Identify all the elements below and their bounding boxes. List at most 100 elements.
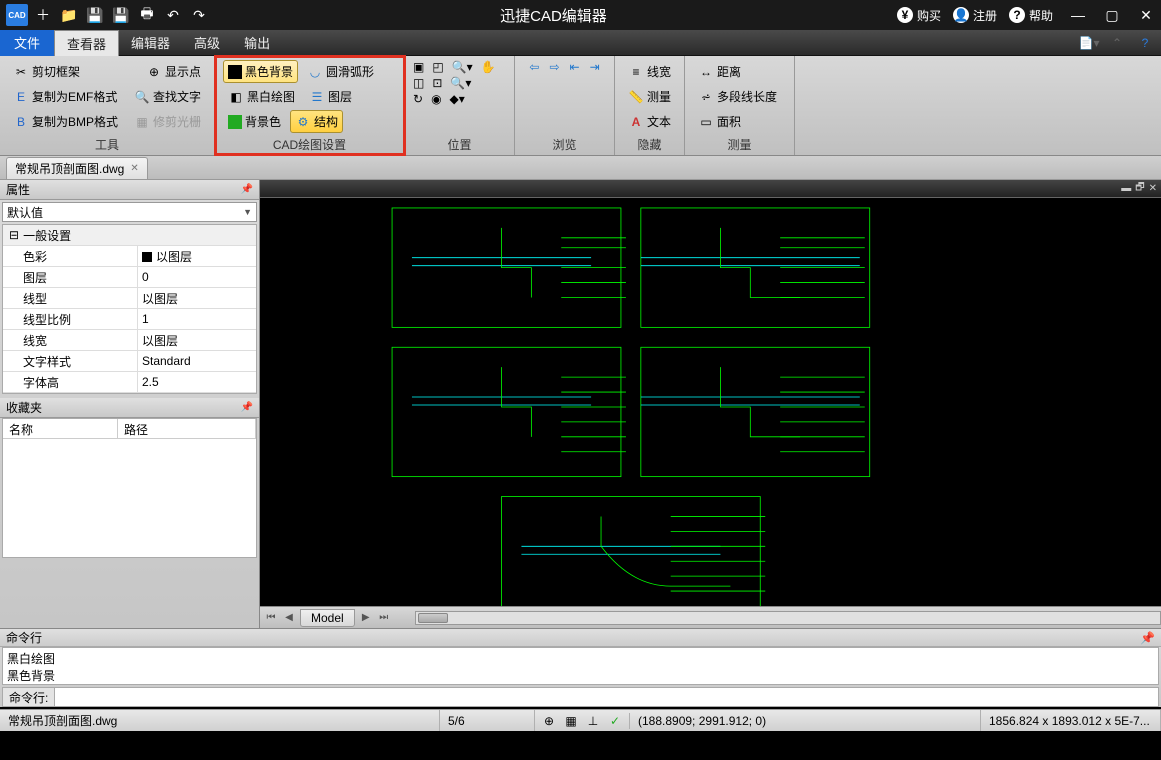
prop-row[interactable]: 线型比例1 [3,309,256,330]
default-dropdown[interactable]: 默认值▼ [2,202,257,222]
ribbon-group-position: ▣ ◰ 🔍▾ ✋ ◫ ⊡ 🔍▾ ↻ ◉ ◆▾ 位置 [405,56,515,155]
properties-grid: ⊟一般设置 色彩以图层 图层0 线型以图层 线型比例1 线宽以图层 文字样式St… [2,224,257,394]
bw-draw-button[interactable]: ◧黑白绘图 [223,85,300,108]
pan-icon[interactable]: ✋ [481,60,496,74]
copy-bmp-button[interactable]: B复制为BMP格式 [8,110,123,133]
bg-color-button[interactable]: 背景色 [223,110,286,133]
show-point-button[interactable]: ⊕显示点 [141,60,206,83]
tab-first-icon[interactable]: ⏮ [264,612,278,623]
area-button[interactable]: ▭面积 [693,110,786,133]
tab-file[interactable]: 文件 [0,30,54,56]
buy-link[interactable]: ¥购买 [897,7,941,24]
tab-advanced[interactable]: 高级 [182,30,232,56]
text-toggle-button[interactable]: A文本 [623,110,676,133]
window-close-icon[interactable]: ✕ [1149,183,1157,194]
save-all-icon[interactable]: 💾 [110,4,132,26]
document-tab-label: 常规吊顶剖面图.dwg [15,160,124,177]
col-path[interactable]: 路径 [118,419,256,438]
tab-last-icon[interactable]: ⏭ [377,612,391,623]
polar-icon[interactable]: ✓ [607,713,623,729]
pin-icon[interactable]: 📌 [241,184,253,195]
register-link[interactable]: 👤注册 [953,7,997,24]
prop-row[interactable]: 字体高2.5 [3,372,256,393]
ortho-icon[interactable]: ⊥ [585,713,601,729]
cut-frame-button[interactable]: ✂剪切框架 [8,60,85,83]
document-tab[interactable]: 常规吊顶剖面图.dwg ✕ [6,157,148,179]
status-coords: (188.8909; 2991.912; 0) [630,710,981,731]
zoom-out-icon[interactable]: 🔍▾ [450,76,471,90]
zoom-window-icon[interactable]: ◰ [432,60,443,74]
grid-icon: ▦ [134,114,150,130]
ribbon-group-label: 工具 [8,134,206,153]
area-icon: ▭ [698,114,714,130]
distance-icon: ↔ [698,64,714,80]
close-tab-icon[interactable]: ✕ [130,163,138,174]
ribbon-menu-icon[interactable]: 📄▾ [1077,31,1101,55]
lineweight-button[interactable]: ≡线宽 [623,60,676,83]
black-bg-button[interactable]: 黑色背景 [223,60,298,83]
ribbon-collapse-icon[interactable]: ⌃ [1105,31,1129,55]
close-button[interactable]: ✕ [1137,6,1155,24]
tab-prev-icon[interactable]: ◀ [282,612,296,623]
favorites-grid[interactable]: 名称 路径 [2,418,257,558]
next-icon[interactable]: ⇨ [549,60,559,74]
prop-row[interactable]: 色彩以图层 [3,246,256,267]
copy-emf-button[interactable]: E复制为EMF格式 [8,85,122,108]
tab-next-icon[interactable]: ▶ [359,612,373,623]
app-title: 迅捷CAD编辑器 [210,5,897,26]
target-icon: ⊕ [146,64,162,80]
help-link[interactable]: ?帮助 [1009,7,1053,24]
view-icon[interactable]: ◉ [431,92,441,106]
ruler-icon: 📏 [628,89,644,105]
model-tab[interactable]: Model [300,609,355,627]
prop-row[interactable]: 线宽以图层 [3,330,256,351]
horizontal-scrollbar[interactable] [415,611,1161,625]
zoom-in-icon[interactable]: 🔍▾ [452,60,473,74]
ribbon-help-icon[interactable]: ? [1133,31,1157,55]
orbit-icon[interactable]: ↻ [413,92,423,106]
prop-row[interactable]: 文字样式Standard [3,351,256,372]
undo-icon[interactable]: ↶ [162,4,184,26]
prop-row[interactable]: 图层0 [3,267,256,288]
distance-button[interactable]: ↔距离 [693,60,786,83]
tab-viewer[interactable]: 查看器 [54,30,119,56]
pin-icon[interactable]: 📌 [1140,631,1155,645]
window-restore-icon[interactable]: 🗗 [1135,180,1144,197]
grid-icon[interactable]: ▦ [563,713,579,729]
tab-output[interactable]: 输出 [232,30,282,56]
minimize-button[interactable]: — [1069,6,1087,24]
zoom-fit-icon[interactable]: ▣ [413,60,424,74]
extents-icon[interactable]: ⊡ [432,76,442,90]
prop-row[interactable]: 线型以图层 [3,288,256,309]
smooth-arc-button[interactable]: ◡圆滑弧形 [302,60,379,83]
fit-icon[interactable]: ◫ [413,76,424,90]
status-toggles: ⊕ ▦ ⊥ ✓ [535,713,630,729]
title-bar: CAD ＋ 📁 💾 💾 🖶 ↶ ↷ 迅捷CAD编辑器 ¥购买 👤注册 ?帮助 —… [0,0,1161,30]
prev-icon[interactable]: ⇦ [529,60,539,74]
command-input[interactable] [55,688,1158,706]
open-icon[interactable]: 📁 [58,4,80,26]
command-prompt: 命令行: [3,688,55,706]
measure-toggle-button[interactable]: 📏测量 [623,85,676,108]
status-filename: 常规吊顶剖面图.dwg [0,710,440,731]
layers-button[interactable]: ☰图层 [304,85,357,108]
structure-button[interactable]: ⚙结构 [290,110,343,133]
last-icon[interactable]: ⇥ [590,60,600,74]
tab-editor[interactable]: 编辑器 [119,30,182,56]
text-icon: A [628,114,644,130]
col-name[interactable]: 名称 [3,419,118,438]
save-icon[interactable]: 💾 [84,4,106,26]
view-dropdown-icon[interactable]: ◆▾ [450,92,465,106]
print-icon[interactable]: 🖶 [136,4,158,26]
maximize-button[interactable]: ▢ [1103,6,1121,24]
polyline-length-button[interactable]: ⩫多段线长度 [693,85,786,108]
pin-icon[interactable]: 📌 [241,402,253,413]
drawing-canvas[interactable] [260,198,1161,606]
redo-icon[interactable]: ↷ [188,4,210,26]
window-min-icon[interactable]: ▬ [1121,183,1131,194]
snap-icon[interactable]: ⊕ [541,713,557,729]
first-icon[interactable]: ⇤ [570,60,580,74]
ribbon-tabs: 文件 查看器 编辑器 高级 输出 📄▾ ⌃ ? [0,30,1161,56]
new-icon[interactable]: ＋ [32,4,54,26]
find-text-button[interactable]: 🔍查找文字 [129,85,206,108]
